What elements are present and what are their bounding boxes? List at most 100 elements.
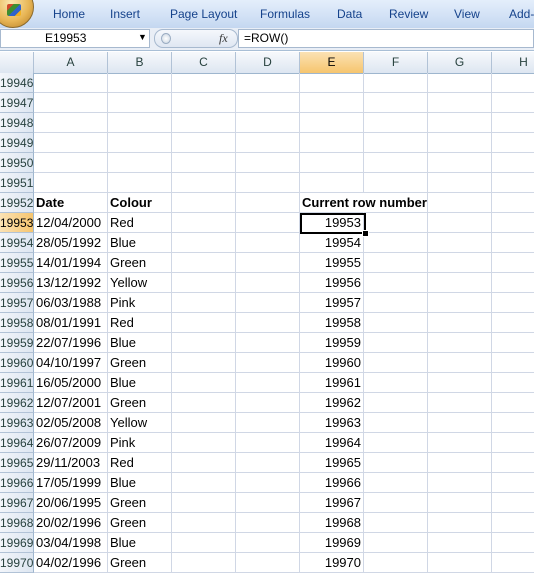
cell-a[interactable] — [34, 93, 108, 113]
cell-g[interactable] — [428, 313, 492, 333]
cell-c[interactable] — [172, 93, 236, 113]
row-header[interactable]: 19968 — [0, 513, 34, 533]
row-header[interactable]: 19950 — [0, 153, 34, 173]
cell-e[interactable]: 19962 — [300, 393, 364, 413]
cell-f[interactable] — [364, 513, 428, 533]
cell-b[interactable]: Red — [108, 453, 172, 473]
cell-f[interactable] — [364, 473, 428, 493]
cell-f[interactable] — [364, 193, 428, 213]
cell-a[interactable]: 17/05/1999 — [34, 473, 108, 493]
row-header[interactable]: 19962 — [0, 393, 34, 413]
row-header[interactable]: 19958 — [0, 313, 34, 333]
column-header-d[interactable]: D — [236, 52, 300, 73]
cell-g[interactable] — [428, 373, 492, 393]
column-header-a[interactable]: A — [34, 52, 108, 73]
cell-e[interactable]: 19961 — [300, 373, 364, 393]
cell-b[interactable]: Green — [108, 253, 172, 273]
cell-c[interactable] — [172, 273, 236, 293]
row-header[interactable]: 19969 — [0, 533, 34, 553]
cell-b[interactable]: Green — [108, 353, 172, 373]
cell-e[interactable]: 19955 — [300, 253, 364, 273]
cell-a[interactable] — [34, 133, 108, 153]
cell-b[interactable]: Blue — [108, 373, 172, 393]
cell-e[interactable]: 19970 — [300, 553, 364, 573]
cell-g[interactable] — [428, 513, 492, 533]
cell-b[interactable] — [108, 133, 172, 153]
cell-h[interactable] — [492, 233, 534, 253]
cell-d[interactable] — [236, 373, 300, 393]
row-header[interactable]: 19953 — [0, 213, 34, 233]
cell-h[interactable] — [492, 413, 534, 433]
cell-f[interactable] — [364, 553, 428, 573]
cell-b[interactable]: Blue — [108, 473, 172, 493]
cell-e[interactable]: 19969 — [300, 533, 364, 553]
cell-h[interactable] — [492, 513, 534, 533]
cell-g[interactable] — [428, 113, 492, 133]
cell-c[interactable] — [172, 533, 236, 553]
row-header[interactable]: 19956 — [0, 273, 34, 293]
cell-h[interactable] — [492, 133, 534, 153]
cell-d[interactable] — [236, 273, 300, 293]
cell-h[interactable] — [492, 293, 534, 313]
row-header[interactable]: 19951 — [0, 173, 34, 193]
cell-c[interactable] — [172, 233, 236, 253]
cell-f[interactable] — [364, 433, 428, 453]
tab-view[interactable]: View — [454, 7, 480, 21]
cell-d[interactable] — [236, 173, 300, 193]
cell-h[interactable] — [492, 453, 534, 473]
cell-h[interactable] — [492, 373, 534, 393]
cell-h[interactable] — [492, 533, 534, 553]
cell-c[interactable] — [172, 493, 236, 513]
cell-b[interactable]: Blue — [108, 533, 172, 553]
cell-d[interactable] — [236, 533, 300, 553]
cell-b[interactable]: Green — [108, 553, 172, 573]
cell-e[interactable]: 19958 — [300, 313, 364, 333]
cell-b[interactable] — [108, 153, 172, 173]
cell-f[interactable] — [364, 253, 428, 273]
cell-c[interactable] — [172, 373, 236, 393]
row-header[interactable]: 19955 — [0, 253, 34, 273]
cell-c[interactable] — [172, 113, 236, 133]
cell-d[interactable] — [236, 313, 300, 333]
cell-g[interactable] — [428, 193, 492, 213]
cell-d[interactable] — [236, 93, 300, 113]
cell-h[interactable] — [492, 433, 534, 453]
cell-a[interactable]: 22/07/1996 — [34, 333, 108, 353]
office-button[interactable] — [0, 0, 34, 28]
cell-h[interactable] — [492, 93, 534, 113]
cell-d[interactable] — [236, 113, 300, 133]
cell-f[interactable] — [364, 213, 428, 233]
cell-b[interactable] — [108, 173, 172, 193]
row-header[interactable]: 19957 — [0, 293, 34, 313]
cell-d[interactable] — [236, 213, 300, 233]
cell-g[interactable] — [428, 73, 492, 93]
column-header-e[interactable]: E — [300, 52, 364, 73]
row-header[interactable]: 19965 — [0, 453, 34, 473]
cell-b[interactable]: Colour — [108, 193, 172, 213]
column-header-h[interactable]: H — [492, 52, 534, 73]
cell-c[interactable] — [172, 213, 236, 233]
cell-b[interactable] — [108, 93, 172, 113]
cell-c[interactable] — [172, 293, 236, 313]
cell-c[interactable] — [172, 433, 236, 453]
cell-f[interactable] — [364, 73, 428, 93]
cell-c[interactable] — [172, 153, 236, 173]
tab-review[interactable]: Review — [389, 7, 428, 21]
cell-c[interactable] — [172, 253, 236, 273]
tab-add-ins[interactable]: Add- — [509, 7, 534, 21]
cell-h[interactable] — [492, 393, 534, 413]
cell-h[interactable] — [492, 253, 534, 273]
cell-d[interactable] — [236, 353, 300, 373]
cell-c[interactable] — [172, 173, 236, 193]
cell-e[interactable] — [300, 153, 364, 173]
cell-b[interactable]: Red — [108, 313, 172, 333]
cell-d[interactable] — [236, 253, 300, 273]
cell-a[interactable] — [34, 173, 108, 193]
cell-g[interactable] — [428, 433, 492, 453]
cell-c[interactable] — [172, 553, 236, 573]
cell-e[interactable]: 19957 — [300, 293, 364, 313]
tab-page-layout[interactable]: Page Layout — [170, 7, 237, 21]
cell-f[interactable] — [364, 153, 428, 173]
cell-c[interactable] — [172, 453, 236, 473]
cell-a[interactable]: 26/07/2009 — [34, 433, 108, 453]
